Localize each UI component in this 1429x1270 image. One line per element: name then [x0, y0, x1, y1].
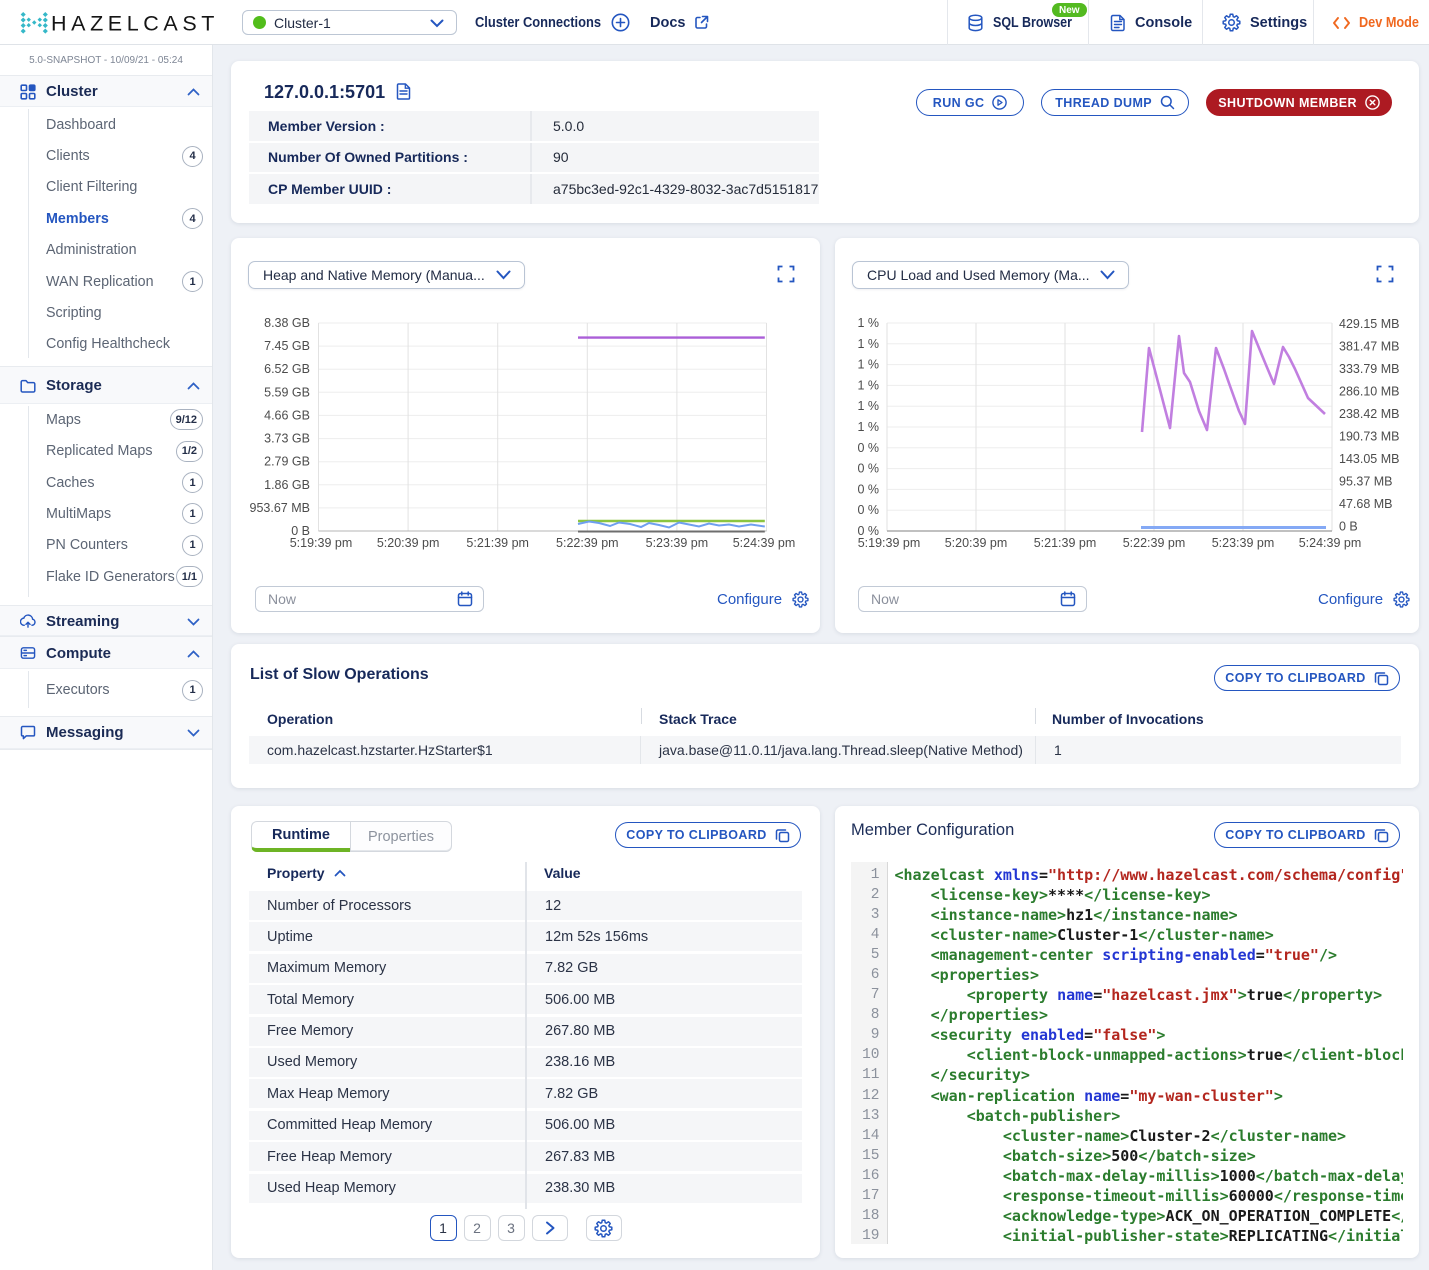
svg-text:5:23:39 pm: 5:23:39 pm — [1212, 536, 1275, 550]
svg-text:0 B: 0 B — [1339, 520, 1358, 534]
svg-text:5:24:39 pm: 5:24:39 pm — [733, 536, 796, 550]
svg-text:5:20:39 pm: 5:20:39 pm — [377, 536, 440, 550]
svg-text:5:23:39 pm: 5:23:39 pm — [646, 536, 709, 550]
svg-text:5:21:39 pm: 5:21:39 pm — [466, 536, 529, 550]
svg-text:7.45 GB: 7.45 GB — [264, 339, 310, 353]
svg-text:5:22:39 pm: 5:22:39 pm — [556, 536, 619, 550]
svg-text:286.10 MB: 286.10 MB — [1339, 385, 1399, 399]
svg-text:0 %: 0 % — [857, 482, 879, 496]
svg-text:1 %: 1 % — [857, 337, 879, 351]
svg-text:3.73 GB: 3.73 GB — [264, 432, 310, 446]
svg-text:238.42 MB: 238.42 MB — [1339, 407, 1399, 421]
svg-text:95.37 MB: 95.37 MB — [1339, 475, 1393, 489]
svg-text:333.79 MB: 333.79 MB — [1339, 362, 1399, 376]
svg-text:1 %: 1 % — [857, 378, 879, 392]
svg-text:143.05 MB: 143.05 MB — [1339, 452, 1399, 466]
svg-text:0 %: 0 % — [857, 503, 879, 517]
svg-text:5:19:39 pm: 5:19:39 pm — [290, 536, 353, 550]
svg-text:5:24:39 pm: 5:24:39 pm — [1299, 536, 1362, 550]
svg-text:47.68 MB: 47.68 MB — [1339, 497, 1393, 511]
svg-text:1.86 GB: 1.86 GB — [264, 478, 310, 492]
svg-text:1 %: 1 % — [857, 399, 879, 413]
svg-text:0 %: 0 % — [857, 462, 879, 476]
svg-text:953.67 MB: 953.67 MB — [250, 501, 310, 515]
svg-text:6.52 GB: 6.52 GB — [264, 362, 310, 376]
svg-text:1 %: 1 % — [857, 316, 879, 330]
svg-text:190.73 MB: 190.73 MB — [1339, 430, 1399, 444]
svg-text:HAZELCAST: HAZELCAST — [51, 12, 219, 36]
svg-text:5:20:39 pm: 5:20:39 pm — [945, 536, 1008, 550]
svg-text:1 %: 1 % — [857, 358, 879, 372]
svg-text:5.59 GB: 5.59 GB — [264, 385, 310, 399]
svg-text:1 %: 1 % — [857, 420, 879, 434]
svg-text:5:19:39 pm: 5:19:39 pm — [858, 536, 921, 550]
svg-text:4.66 GB: 4.66 GB — [264, 408, 310, 422]
svg-text:2.79 GB: 2.79 GB — [264, 455, 310, 469]
svg-text:8.38 GB: 8.38 GB — [264, 316, 310, 330]
svg-text:5:21:39 pm: 5:21:39 pm — [1034, 536, 1097, 550]
svg-text:5:22:39 pm: 5:22:39 pm — [1123, 536, 1186, 550]
svg-text:0 %: 0 % — [857, 441, 879, 455]
svg-text:381.47 MB: 381.47 MB — [1339, 339, 1399, 353]
svg-text:429.15 MB: 429.15 MB — [1339, 317, 1399, 331]
